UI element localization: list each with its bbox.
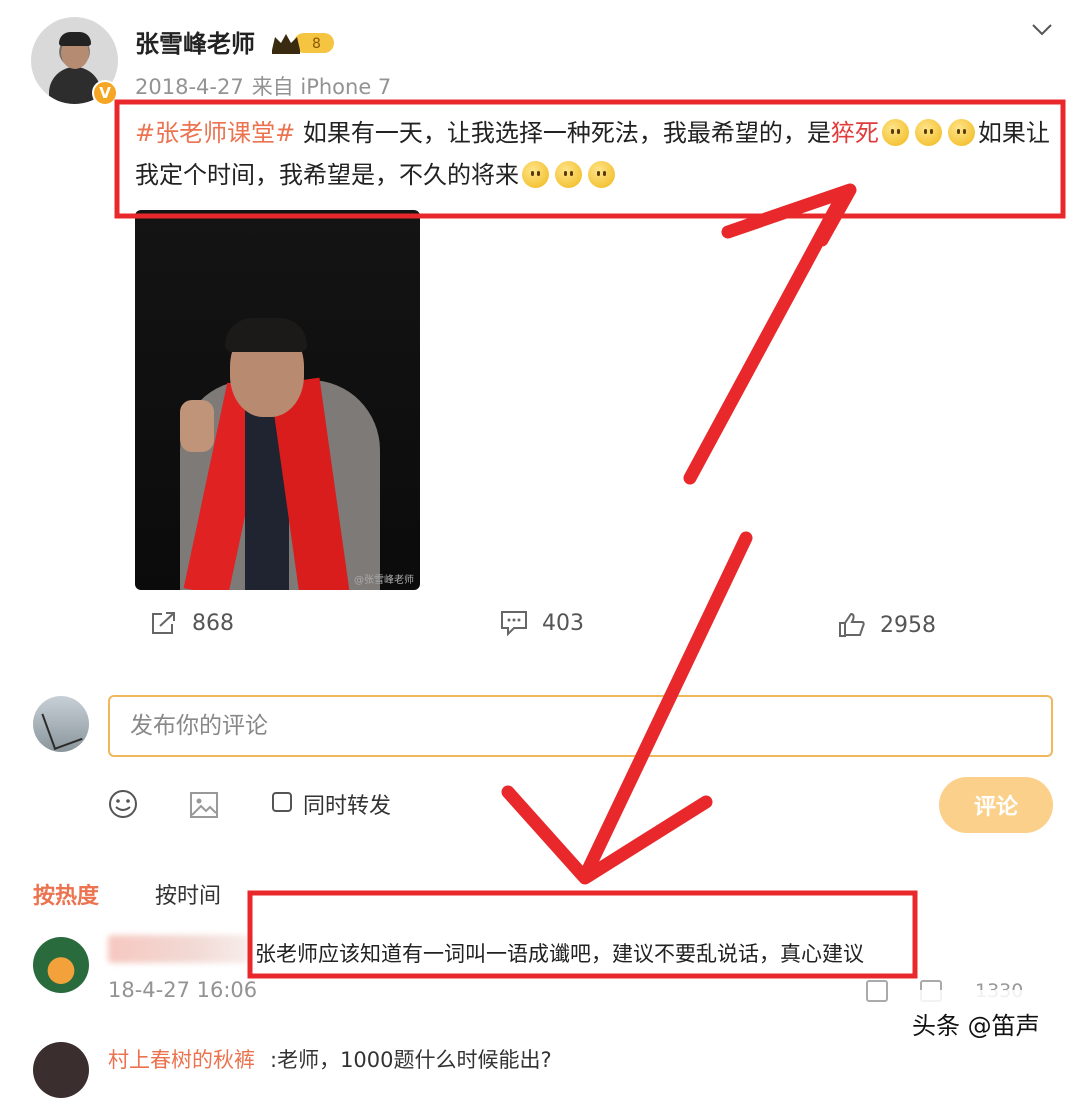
comment-count: 403 <box>542 610 584 636</box>
smile-emoji-icon <box>522 161 549 188</box>
hashtag-link[interactable]: #张老师课堂# <box>135 119 295 147</box>
emoji-icon[interactable] <box>108 789 138 819</box>
post-meta: 2018-4-27 来自 iPhone 7 <box>135 71 399 101</box>
vip-level: 8 <box>312 36 321 52</box>
submit-comment-button[interactable]: 评论 <box>939 777 1053 833</box>
my-avatar <box>33 696 89 752</box>
also-repost-label: 同时转发 <box>303 794 392 819</box>
image-icon[interactable] <box>188 789 220 821</box>
smile-emoji-icon <box>947 119 975 146</box>
highlighted-word: 猝死 <box>830 119 879 147</box>
tab-sort-time[interactable]: 按时间 <box>155 878 221 910</box>
chevron-down-icon[interactable] <box>1030 22 1054 38</box>
annotation-arrow-up <box>683 188 850 485</box>
repost-button[interactable]: 868 <box>150 610 234 636</box>
vip-crown-icon: 8 <box>272 33 334 54</box>
reply-icon[interactable] <box>866 980 888 1002</box>
post-body: #张老师课堂# 如果有一天，让我选择一种死法，我最希望的，是猝死 如果让我定个时间… <box>135 112 1050 196</box>
comment-input[interactable] <box>108 695 1053 757</box>
share-icon <box>152 612 175 634</box>
commenter-name[interactable]: 村上春树的秋裤 <box>108 1044 255 1074</box>
author-name[interactable]: 张雪峰老师 <box>135 24 255 59</box>
comment-icon <box>501 611 527 636</box>
comment-text: :老师，1000题什么时候能出? <box>270 1048 552 1072</box>
commenter-name-blurred <box>108 935 248 963</box>
post-date: 2018-4-27 <box>135 75 244 99</box>
smile-emoji-icon <box>555 161 582 188</box>
repost-count: 868 <box>192 610 234 636</box>
smile-emoji-icon <box>914 119 942 146</box>
post-text-part1: 如果有一天，让我选择一种死法，我最希望的，是 <box>295 119 831 147</box>
comment-time: 18-4-27 16:06 <box>108 978 258 1002</box>
watermark-text: 头条 @笛声 <box>912 1012 1040 1040</box>
post-source: 来自 iPhone 7 <box>251 75 392 99</box>
also-repost-checkbox[interactable] <box>272 792 292 812</box>
image-watermark: @张雪峰老师 <box>354 575 414 586</box>
commenter-avatar[interactable] <box>33 937 89 993</box>
tab-sort-hot[interactable]: 按热度 <box>33 878 99 910</box>
thumbs-up-icon <box>839 612 865 637</box>
commenter-avatar[interactable] <box>33 1042 89 1098</box>
annotation-arrowhead-down <box>501 785 713 885</box>
comment-text: 张老师应该知道有一词叫一语成谶吧，建议不要乱说话，真心建议 <box>255 942 864 966</box>
like-count: 2958 <box>880 612 936 638</box>
comment-button[interactable]: 403 <box>500 610 584 636</box>
annotation-arrowhead-up <box>721 183 857 247</box>
smile-emoji-icon <box>588 161 615 188</box>
post-image[interactable]: @张雪峰老师 <box>135 210 420 590</box>
verified-badge-icon: V <box>92 80 118 106</box>
like-button[interactable]: 2958 <box>838 612 936 638</box>
smile-emoji-icon <box>881 119 909 146</box>
